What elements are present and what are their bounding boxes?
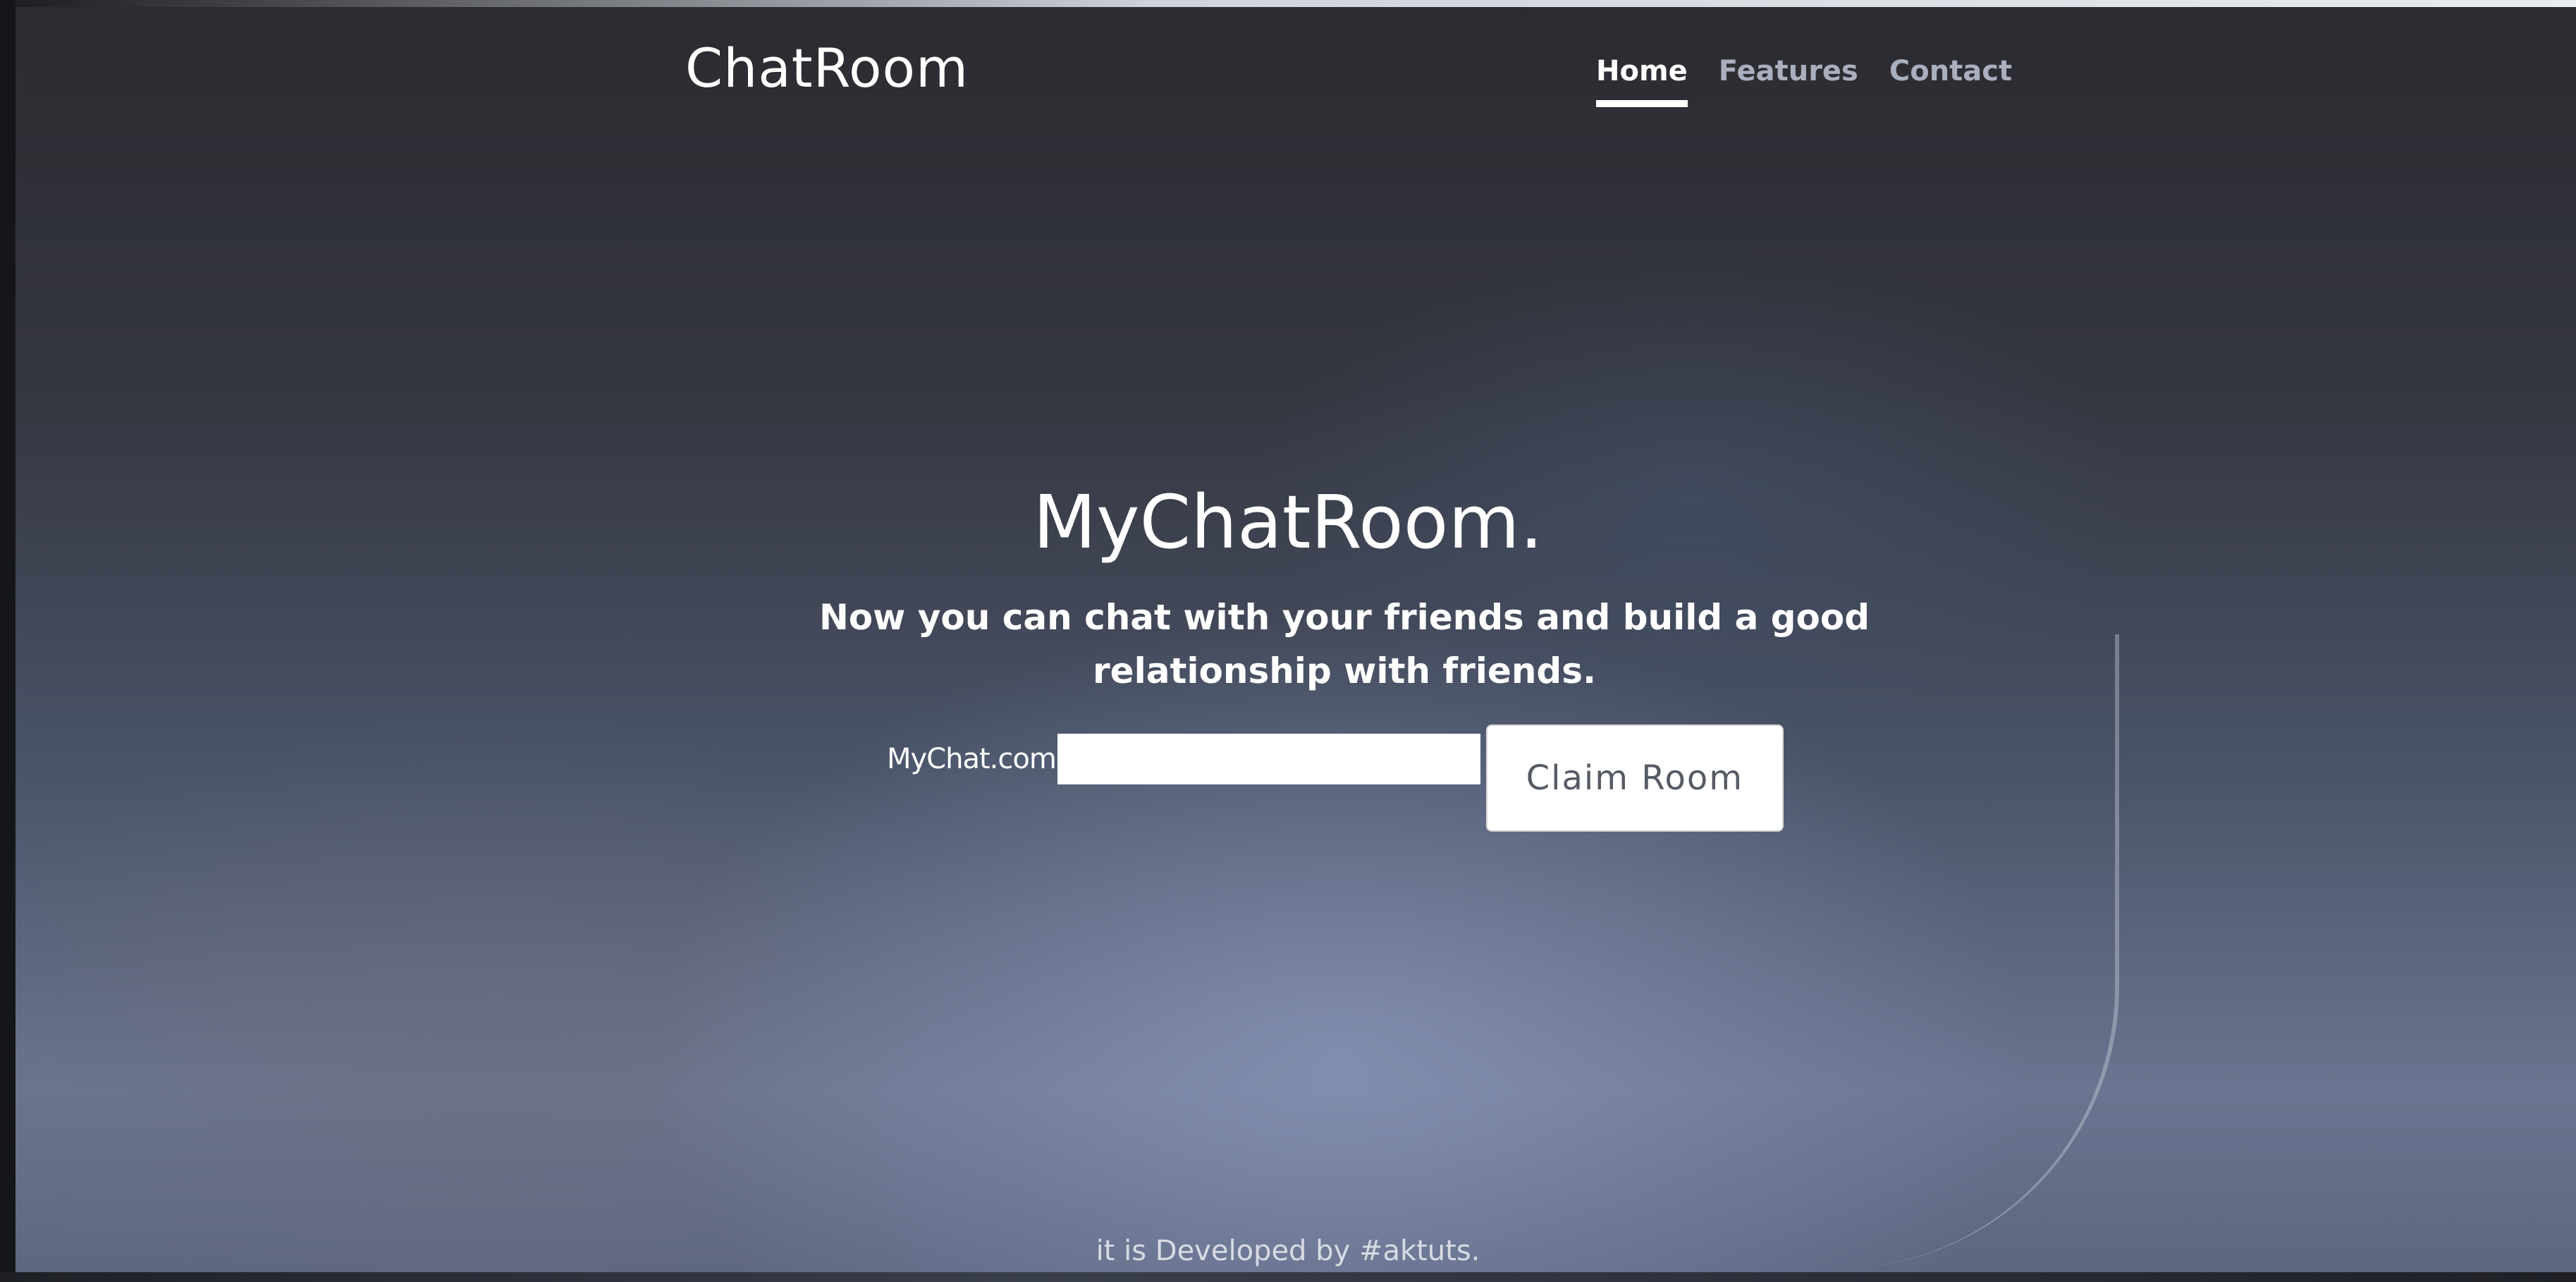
footer-credit: it is Developed by #aktuts.	[1096, 1235, 1480, 1267]
claim-room-form: MyChat.com Claim Room	[887, 723, 1784, 832]
claim-room-button[interactable]: Claim Room	[1485, 724, 1784, 832]
monitor-left-edge	[0, 0, 16, 1282]
monitor-top-edge	[0, 0, 2576, 7]
monitor-bottom-edge	[0, 1272, 2576, 1282]
room-name-input[interactable]	[1057, 733, 1480, 784]
hero-title: MyChatRoom.	[1033, 479, 1543, 565]
nav-link-contact[interactable]: Contact	[1889, 55, 2012, 107]
screen: ChatRoom Home Features Contact MyChatRoo…	[0, 0, 2576, 1282]
brand-logo[interactable]: ChatRoom	[685, 37, 969, 99]
screen-reflection	[1833, 634, 2119, 1269]
hero-subtitle: Now you can chat with your friends and b…	[818, 597, 1870, 691]
domain-prefix-label: MyChat.com	[887, 742, 1057, 775]
nav-link-home[interactable]: Home	[1596, 55, 1688, 107]
nav-link-features[interactable]: Features	[1719, 55, 1858, 107]
main-nav: Home Features Contact	[1596, 55, 2012, 107]
